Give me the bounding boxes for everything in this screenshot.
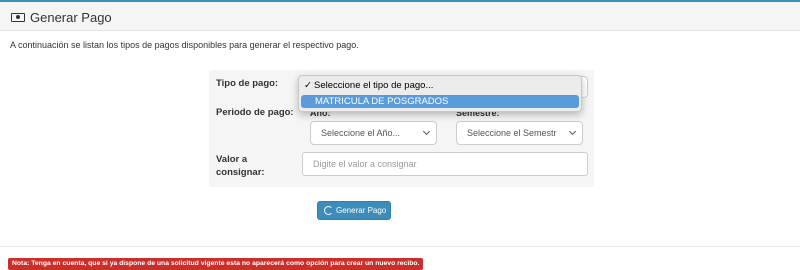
option-label: MATRICULA DE POSGRADOS [315, 96, 449, 107]
note-badge: Nota: Tenga en cuenta, que si ya dispone… [8, 258, 424, 270]
intro-text: A continuación se listan los tipos de pa… [10, 40, 359, 50]
refresh-icon [324, 206, 333, 215]
tipo-pago-dropdown[interactable]: ✓ Seleccione el tipo de pago... MATRICULA… [298, 75, 582, 112]
dropdown-option[interactable]: MATRICULA DE POSGRADOS [301, 95, 579, 108]
dropdown-option[interactable]: ✓ Seleccione el tipo de pago... [301, 79, 579, 92]
chevron-down-icon [422, 127, 431, 136]
panel-header: Generar Pago [0, 2, 800, 31]
semestre-select[interactable]: Seleccione el Semestr [456, 121, 583, 145]
generar-pago-button[interactable]: Generar Pago [317, 201, 391, 220]
anio-select[interactable]: Seleccione el Año... [310, 121, 437, 145]
semestre-select-value: Seleccione el Semestr [467, 128, 557, 138]
periodo-pago-label: Periodo de pago: [216, 107, 294, 118]
divider [0, 246, 800, 247]
valor-placeholder: Digite el valor a consignar [313, 159, 417, 169]
valor-label: Valor a consignar: [216, 154, 265, 178]
anio-select-value: Seleccione el Año... [321, 128, 401, 138]
option-label: Seleccione el tipo de pago... [314, 80, 434, 91]
check-icon: ✓ [304, 80, 312, 91]
tipo-pago-label: Tipo de pago: [216, 78, 279, 89]
panel-title: Generar Pago [30, 10, 112, 25]
money-icon [11, 13, 25, 22]
chevron-down-icon [568, 127, 577, 136]
generar-pago-label: Generar Pago [336, 206, 387, 215]
valor-input[interactable]: Digite el valor a consignar [302, 152, 588, 176]
